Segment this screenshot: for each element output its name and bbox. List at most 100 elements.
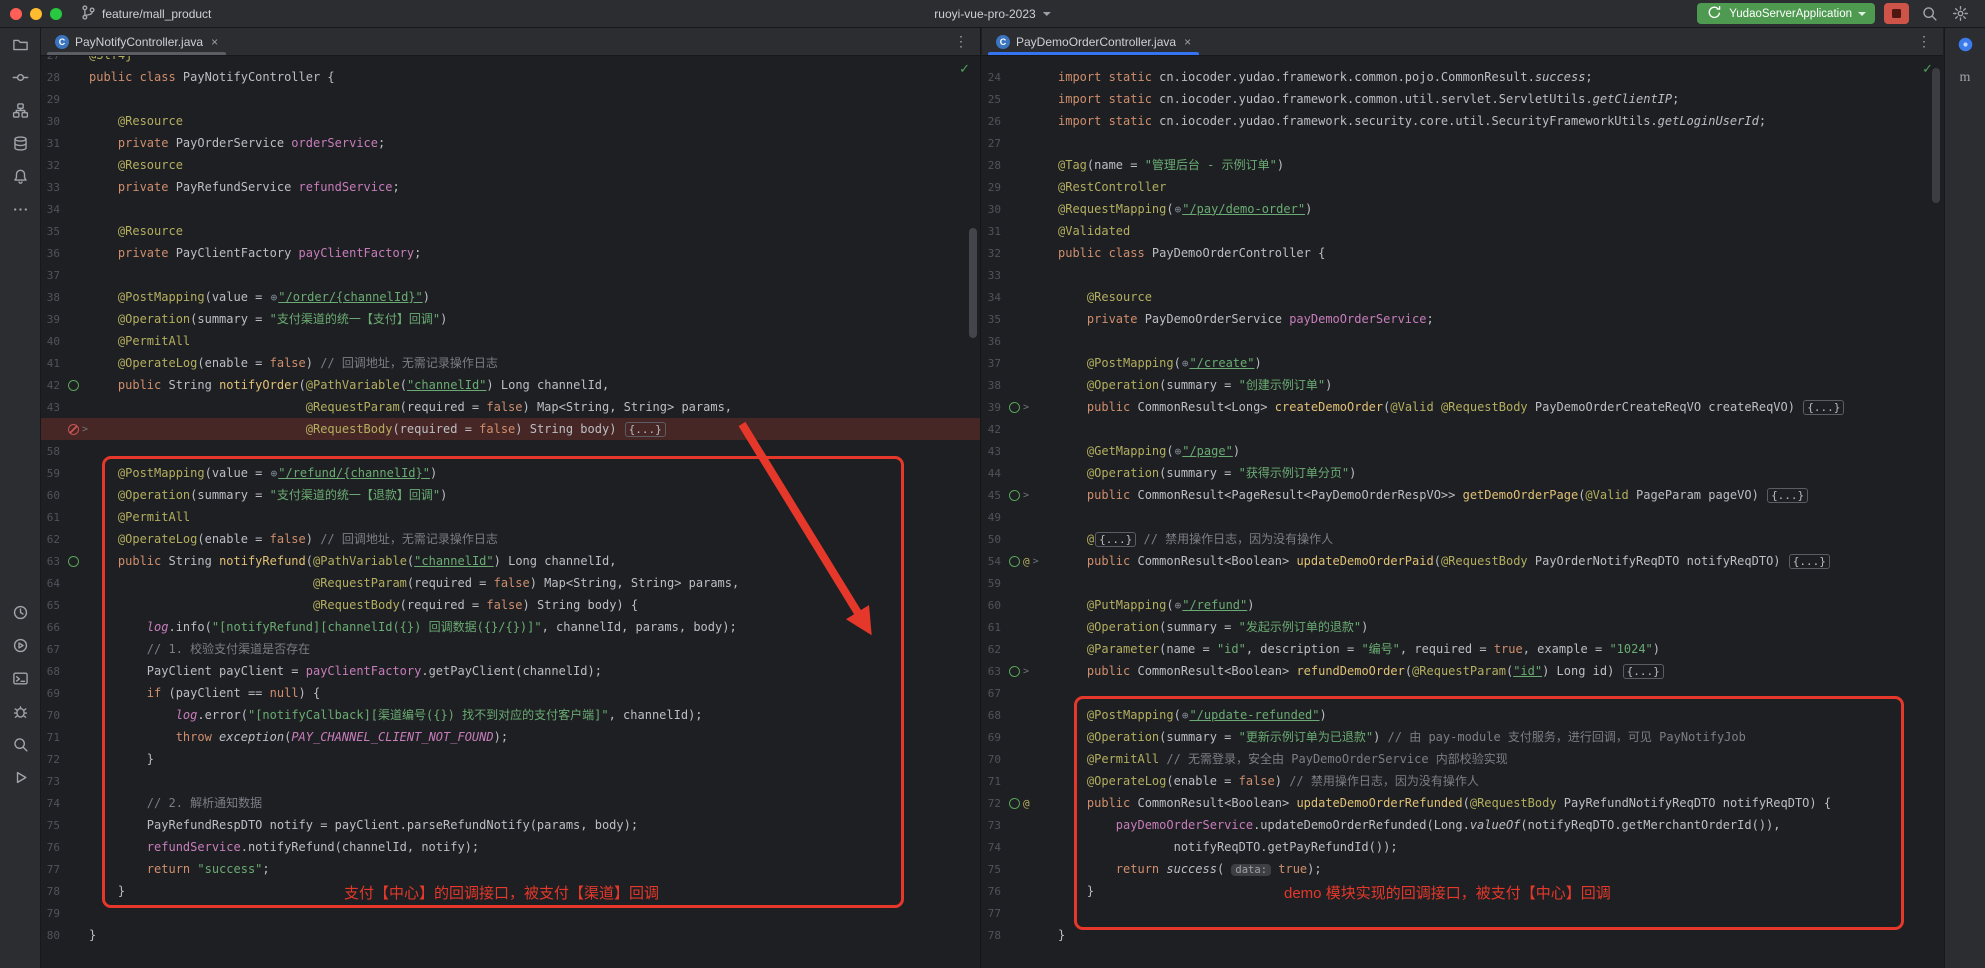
line-number[interactable]: 38 — [41, 291, 65, 304]
line-number[interactable]: 62 — [41, 533, 65, 546]
close-tab-icon[interactable]: × — [1182, 35, 1191, 49]
code-text[interactable]: } — [89, 748, 154, 770]
code-text[interactable]: @{...} // 禁用操作日志，因为没有操作人 — [1058, 528, 1333, 551]
code-text[interactable]: @PermitAll — [89, 506, 190, 528]
debugger-toolwindow-icon[interactable] — [0, 695, 40, 728]
line-number[interactable]: 76 — [982, 885, 1006, 898]
code-text[interactable]: @PermitAll // 无需登录，安全由 PayDemoOrderServi… — [1058, 748, 1508, 770]
run-toolwindow-icon[interactable] — [0, 761, 40, 794]
line-number[interactable]: 36 — [41, 247, 65, 260]
line-number[interactable]: 78 — [982, 929, 1006, 942]
line-number[interactable]: 79 — [41, 907, 65, 920]
fold-collapsed-icon[interactable]: > — [1023, 666, 1029, 677]
code-text[interactable]: return "success"; — [89, 858, 270, 880]
line-number[interactable]: 42 — [982, 423, 1006, 436]
code-text[interactable]: refundService.notifyRefund(channelId, no… — [89, 836, 479, 858]
request-mapping-icon[interactable] — [1009, 798, 1020, 809]
fold-collapsed-icon[interactable]: > — [1023, 490, 1029, 501]
assistant-toolwindow-icon[interactable] — [1945, 28, 1985, 61]
code-text[interactable]: @Resource — [89, 220, 183, 242]
code-text[interactable]: @RequestBody(required = false) String bo… — [89, 418, 666, 441]
code-text[interactable]: public CommonResult<PageResult<PayDemoOr… — [1058, 484, 1808, 507]
code-text[interactable]: @GetMapping(⊕"/page") — [1058, 440, 1240, 463]
code-text[interactable]: @PutMapping(⊕"/refund") — [1058, 594, 1255, 617]
line-number[interactable]: 54 — [982, 555, 1006, 568]
line-number[interactable]: 43 — [982, 445, 1006, 458]
code-text[interactable]: // 2. 解析通知数据 — [89, 792, 262, 814]
line-number[interactable]: 70 — [982, 753, 1006, 766]
line-number[interactable]: 59 — [982, 577, 1006, 590]
fold-collapsed-icon[interactable]: > — [82, 424, 88, 435]
code-text[interactable]: @Operation(summary = "创建示例订单") — [1058, 374, 1332, 396]
code-text[interactable]: @Operation(summary = "支付渠道的统一【退款】回调") — [89, 484, 447, 506]
line-number[interactable]: 68 — [41, 665, 65, 678]
fold-collapsed-icon[interactable]: > — [1023, 402, 1029, 413]
line-number[interactable]: 36 — [982, 335, 1006, 348]
search-everywhere-button[interactable] — [1918, 3, 1940, 25]
code-text[interactable]: @RequestMapping(⊕"/pay/demo-order") — [1058, 198, 1312, 221]
line-number[interactable]: 71 — [41, 731, 65, 744]
code-text[interactable]: @Resource — [1058, 286, 1152, 308]
code-text[interactable]: @PostMapping(⊕"/update-refunded") — [1058, 704, 1327, 727]
tab-paynotifycontroller[interactable]: C PayNotifyController.java × — [45, 28, 228, 55]
code-text[interactable]: @Resource — [89, 110, 183, 132]
search-toolwindow-icon[interactable] — [0, 728, 40, 761]
line-number[interactable]: 69 — [41, 687, 65, 700]
annotation-gutter-icon[interactable]: @ — [1023, 555, 1030, 568]
code-text[interactable]: @PermitAll — [89, 330, 190, 352]
line-number[interactable]: 60 — [41, 489, 65, 502]
line-number[interactable]: 35 — [41, 225, 65, 238]
line-number[interactable]: 63 — [41, 555, 65, 568]
code-text[interactable]: private PayRefundService refundService; — [89, 176, 400, 198]
terminal-toolwindow-icon[interactable] — [0, 662, 40, 695]
line-number[interactable]: 74 — [41, 797, 65, 810]
code-text[interactable]: private PayOrderService orderService; — [89, 132, 385, 154]
line-number[interactable]: 32 — [41, 159, 65, 172]
code-text[interactable]: import static cn.iocoder.yudao.framework… — [1058, 110, 1766, 132]
line-number[interactable]: 69 — [982, 731, 1006, 744]
code-text[interactable]: } — [1058, 924, 1065, 946]
line-number[interactable]: 62 — [982, 643, 1006, 656]
line-number[interactable]: 42 — [41, 379, 65, 392]
request-mapping-icon[interactable] — [68, 380, 79, 391]
line-number[interactable]: 26 — [982, 115, 1006, 128]
line-number[interactable]: 68 — [982, 709, 1006, 722]
code-text[interactable]: @Resource — [89, 154, 183, 176]
line-number[interactable]: 28 — [982, 159, 1006, 172]
code-text[interactable]: @Operation(summary = "获得示例订单分页") — [1058, 462, 1356, 484]
services-toolwindow-icon[interactable] — [0, 629, 40, 662]
line-number[interactable]: 27 — [41, 56, 65, 62]
line-number[interactable]: 67 — [982, 687, 1006, 700]
close-window-button[interactable] — [10, 8, 22, 20]
code-text[interactable]: } — [89, 880, 125, 902]
code-text[interactable]: public CommonResult<Long> createDemoOrde… — [1058, 396, 1844, 419]
line-number[interactable]: 76 — [41, 841, 65, 854]
scrollbar-thumb[interactable] — [969, 228, 977, 338]
code-text[interactable]: @OperateLog(enable = false) // 回调地址，无需记录… — [89, 352, 498, 374]
line-number[interactable]: 49 — [982, 511, 1006, 524]
line-number[interactable]: 33 — [982, 269, 1006, 282]
line-number[interactable]: 37 — [41, 269, 65, 282]
code-text[interactable]: public class PayNotifyController { — [89, 66, 335, 88]
line-number[interactable]: 29 — [41, 93, 65, 106]
line-number[interactable]: 65 — [41, 599, 65, 612]
request-mapping-icon[interactable] — [68, 556, 79, 567]
request-mapping-icon[interactable] — [1009, 666, 1020, 677]
code-text[interactable]: // 1. 校验支付渠道是否存在 — [89, 638, 310, 660]
code-text[interactable]: public CommonResult<Boolean> refundDemoO… — [1058, 660, 1664, 683]
line-number[interactable]: 30 — [41, 115, 65, 128]
more-toolwindow-icon[interactable] — [0, 193, 40, 226]
code-editor-left[interactable]: 27@Slf4j28public class PayNotifyControll… — [41, 56, 980, 968]
line-number[interactable]: 31 — [41, 137, 65, 150]
request-mapping-icon[interactable] — [1009, 402, 1020, 413]
line-number[interactable]: 45 — [982, 489, 1006, 502]
project-toolwindow-icon[interactable] — [0, 28, 40, 61]
code-text[interactable]: @PostMapping(value = ⊕"/refund/{channelI… — [89, 462, 437, 485]
line-number[interactable]: 30 — [982, 203, 1006, 216]
line-number[interactable]: 32 — [982, 247, 1006, 260]
line-number[interactable]: 29 — [982, 181, 1006, 194]
code-text[interactable]: @RequestBody(required = false) String bo… — [89, 594, 638, 616]
line-number[interactable]: 24 — [982, 71, 1006, 84]
code-text[interactable]: payDemoOrderService.updateDemoOrderRefun… — [1058, 814, 1781, 836]
annotation-gutter-icon[interactable]: @ — [1023, 797, 1030, 810]
